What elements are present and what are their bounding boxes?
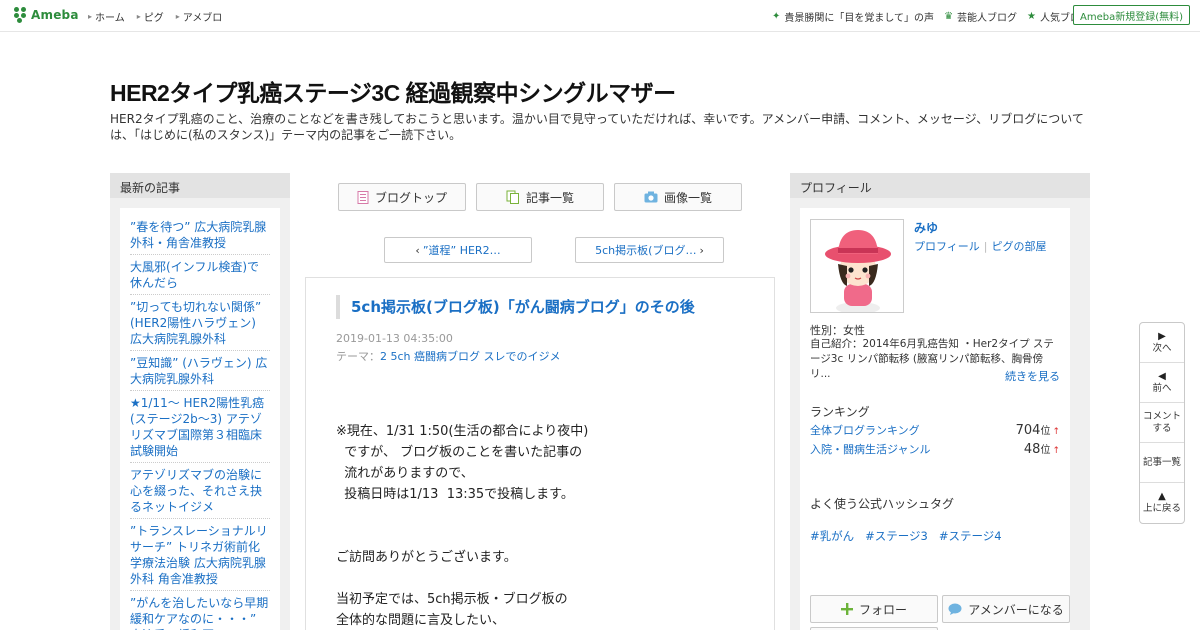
float-article-list-button[interactable]: 記事一覧	[1140, 443, 1184, 483]
floating-nav: ▶ 次へ ◀ 前へ コメントする 記事一覧 ▲ 上に戻る	[1139, 322, 1185, 524]
star-icon: ★	[1027, 11, 1036, 22]
recent-articles-heading: 最新の記事	[110, 173, 290, 198]
recent-article-link[interactable]: ”春を待つ” 広大病院乳腺外科・角舎准教授	[130, 215, 270, 255]
recent-articles-panel: 最新の記事 ”春を待つ” 広大病院乳腺外科・角舎准教授 大風邪(インフル検査)で…	[110, 173, 290, 630]
sparkle-icon: ✦	[771, 11, 781, 22]
crown-icon: ♛	[944, 11, 954, 22]
float-comment-button[interactable]: コメントする	[1140, 403, 1184, 443]
global-nav: ▸ ホーム ▸ ピグ ▸ アメブロ	[88, 9, 222, 24]
tab-article-list[interactable]: 記事一覧	[476, 183, 604, 211]
amember-button[interactable]: アメンバーになる	[942, 595, 1070, 623]
recent-articles-list: ”春を待つ” 広大病院乳腺外科・角舎准教授 大風邪(インフル検査)で休んだら ”…	[120, 208, 280, 630]
blog-title[interactable]: HER2タイプ乳癌ステージ3C 経過観察中シングルマザー	[110, 74, 676, 108]
ameba-logo[interactable]: Ameba	[14, 7, 79, 23]
chevron-right-icon: ▸	[88, 12, 93, 21]
chat-bubble-icon	[948, 603, 962, 615]
recent-article-link[interactable]: ”がんを治したいなら早期緩和ケアなのに・・・” 大津秀一緩和医	[130, 591, 270, 630]
profile-link[interactable]: プロフィール	[914, 240, 980, 253]
chevron-right-icon: ›	[699, 243, 704, 257]
profile-gender: 性別：女性	[810, 324, 865, 337]
float-back-to-top-button[interactable]: ▲ 上に戻る	[1140, 483, 1184, 523]
plus-icon	[840, 603, 853, 615]
pigg-room-link[interactable]: ピグの部屋	[992, 240, 1047, 253]
logo-text: Ameba	[31, 8, 79, 22]
profile-actions: フォロー アメンバーになる	[810, 595, 1070, 623]
chevron-right-icon: ▸	[175, 12, 180, 21]
trend-up-icon: ↑	[1052, 446, 1060, 456]
tab-blog-top[interactable]: ブログトップ	[338, 183, 466, 211]
tab-image-list[interactable]: 画像一覧	[614, 183, 742, 211]
nav-ameblo[interactable]: ▸ アメブロ	[176, 9, 223, 24]
recent-article-link[interactable]: ”豆知識” (ハラヴェン) 広大病院乳腺外科	[130, 351, 270, 391]
profile-panel: プロフィール みゆ プロフィール | ピグの部屋 性別：女性 自己紹介：2014…	[790, 173, 1090, 630]
avatar-illustration	[811, 220, 903, 312]
float-prev-button[interactable]: ◀ 前へ	[1140, 363, 1184, 403]
ranking-heading: ランキング	[810, 405, 870, 419]
theme-link[interactable]: 2 5ch 癌闘病ブログ スレでのイジメ	[380, 350, 561, 363]
recent-article-link[interactable]: 大風邪(インフル検査)で休んだら	[130, 255, 270, 295]
profile-heading: プロフィール	[790, 173, 1090, 198]
recent-article-link[interactable]: ★1/11～ HER2陽性乳癌(ステージ2b～3) アテゾリズマブ国際第３相臨床…	[130, 391, 270, 463]
ranking-row: 入院・闘病生活ジャンル 48位 ↑	[810, 441, 1060, 457]
ranking-row: 全体ブログランキング 704位 ↑	[810, 422, 1060, 438]
copy-icon	[506, 190, 519, 204]
camera-icon	[644, 191, 658, 203]
nav-home[interactable]: ▸ ホーム	[88, 9, 125, 24]
ranking-label[interactable]: 全体ブログランキング	[810, 422, 920, 438]
article-theme: テーマ：2 5ch 癌闘病ブログ スレでのイジメ	[336, 350, 561, 363]
blog-tabs: ブログトップ 記事一覧 画像一覧	[338, 183, 742, 211]
signup-button[interactable]: Ameba新規登録(無料)	[1072, 5, 1190, 25]
profile-content: みゆ プロフィール | ピグの部屋 性別：女性 自己紹介：2014年6月乳癌告知 ・…	[800, 208, 1070, 630]
profile-links: プロフィール | ピグの部屋	[914, 240, 1047, 253]
article: 5ch掲示板(ブログ板)「がん闘病ブログ」のその後 2019-01-13 04:…	[305, 277, 775, 630]
article-title[interactable]: 5ch掲示板(ブログ板)「がん闘病ブログ」のその後	[336, 295, 695, 319]
article-body: ※現在、1/31 1:50(生活の都合により夜中) ですが、 ブログ板のことを書…	[336, 424, 589, 628]
hashtag-link[interactable]: #ステージ4	[939, 528, 1002, 544]
ameba-logo-icon	[14, 7, 28, 23]
triangle-right-icon: ▶	[1158, 330, 1166, 342]
avatar[interactable]	[810, 219, 904, 313]
celebrity-blog-link[interactable]: ♛ 芸能人ブログ	[944, 9, 1017, 24]
read-more-link[interactable]: 続きを見る	[1005, 368, 1060, 384]
ranking-value: 704	[1015, 423, 1041, 438]
follow-button[interactable]: フォロー	[810, 595, 938, 623]
recent-article-link[interactable]: ”切っても切れない関係” (HER2陽性ハラヴェン) 広大病院乳腺外科	[130, 295, 270, 351]
hashtag-link[interactable]: #乳がん	[810, 528, 854, 544]
article-date: 2019-01-13 04:35:00	[336, 332, 453, 345]
chevron-left-icon: ‹	[415, 243, 420, 257]
header-featured-links: ✦ 貴景勝関に「目を覚まして」の声 ♛ 芸能人ブログ ★ 人気ブログ	[772, 9, 1090, 24]
recent-article-link[interactable]: ”トランスレーショナルリサーチ” トリネガ術前化学療法治験 広大病院乳腺外科 角…	[130, 519, 270, 591]
triangle-up-icon: ▲	[1158, 491, 1166, 502]
trend-up-icon: ↑	[1052, 427, 1060, 437]
profile-name[interactable]: みゆ	[914, 219, 938, 236]
recent-article-link[interactable]: アテゾリズマブの治験に心を綴った、それさえ抉るネットイジメ	[130, 463, 270, 519]
featured-news-link[interactable]: ✦ 貴景勝関に「目を覚まして」の声	[772, 9, 934, 24]
chevron-right-icon: ▸	[136, 12, 141, 21]
hashtag-list: #乳がん #ステージ3 #ステージ4	[810, 528, 1002, 544]
float-next-button[interactable]: ▶ 次へ	[1140, 323, 1184, 363]
nav-pigg[interactable]: ▸ ピグ	[137, 9, 164, 24]
prev-article-button[interactable]: ‹ ”道程” HER2…	[384, 237, 532, 263]
global-header: Ameba ▸ ホーム ▸ ピグ ▸ アメブロ ✦ 貴景勝関に「目を覚まして」の声 ♛ 芸…	[0, 0, 1200, 32]
document-icon	[357, 190, 369, 204]
hashtag-link[interactable]: #ステージ3	[865, 528, 928, 544]
next-article-button[interactable]: 5ch掲示板(ブログ… ›	[575, 237, 724, 263]
ranking-label[interactable]: 入院・闘病生活ジャンル	[810, 441, 930, 457]
ranking-value: 48	[1023, 442, 1041, 457]
triangle-left-icon: ◀	[1158, 370, 1166, 382]
blog-description: HER2タイプ乳癌のこと、治療のことなどを書き残しておこうと思います。温かい目で…	[110, 112, 1084, 142]
hashtag-heading: よく使う公式ハッシュタグ	[810, 497, 955, 511]
